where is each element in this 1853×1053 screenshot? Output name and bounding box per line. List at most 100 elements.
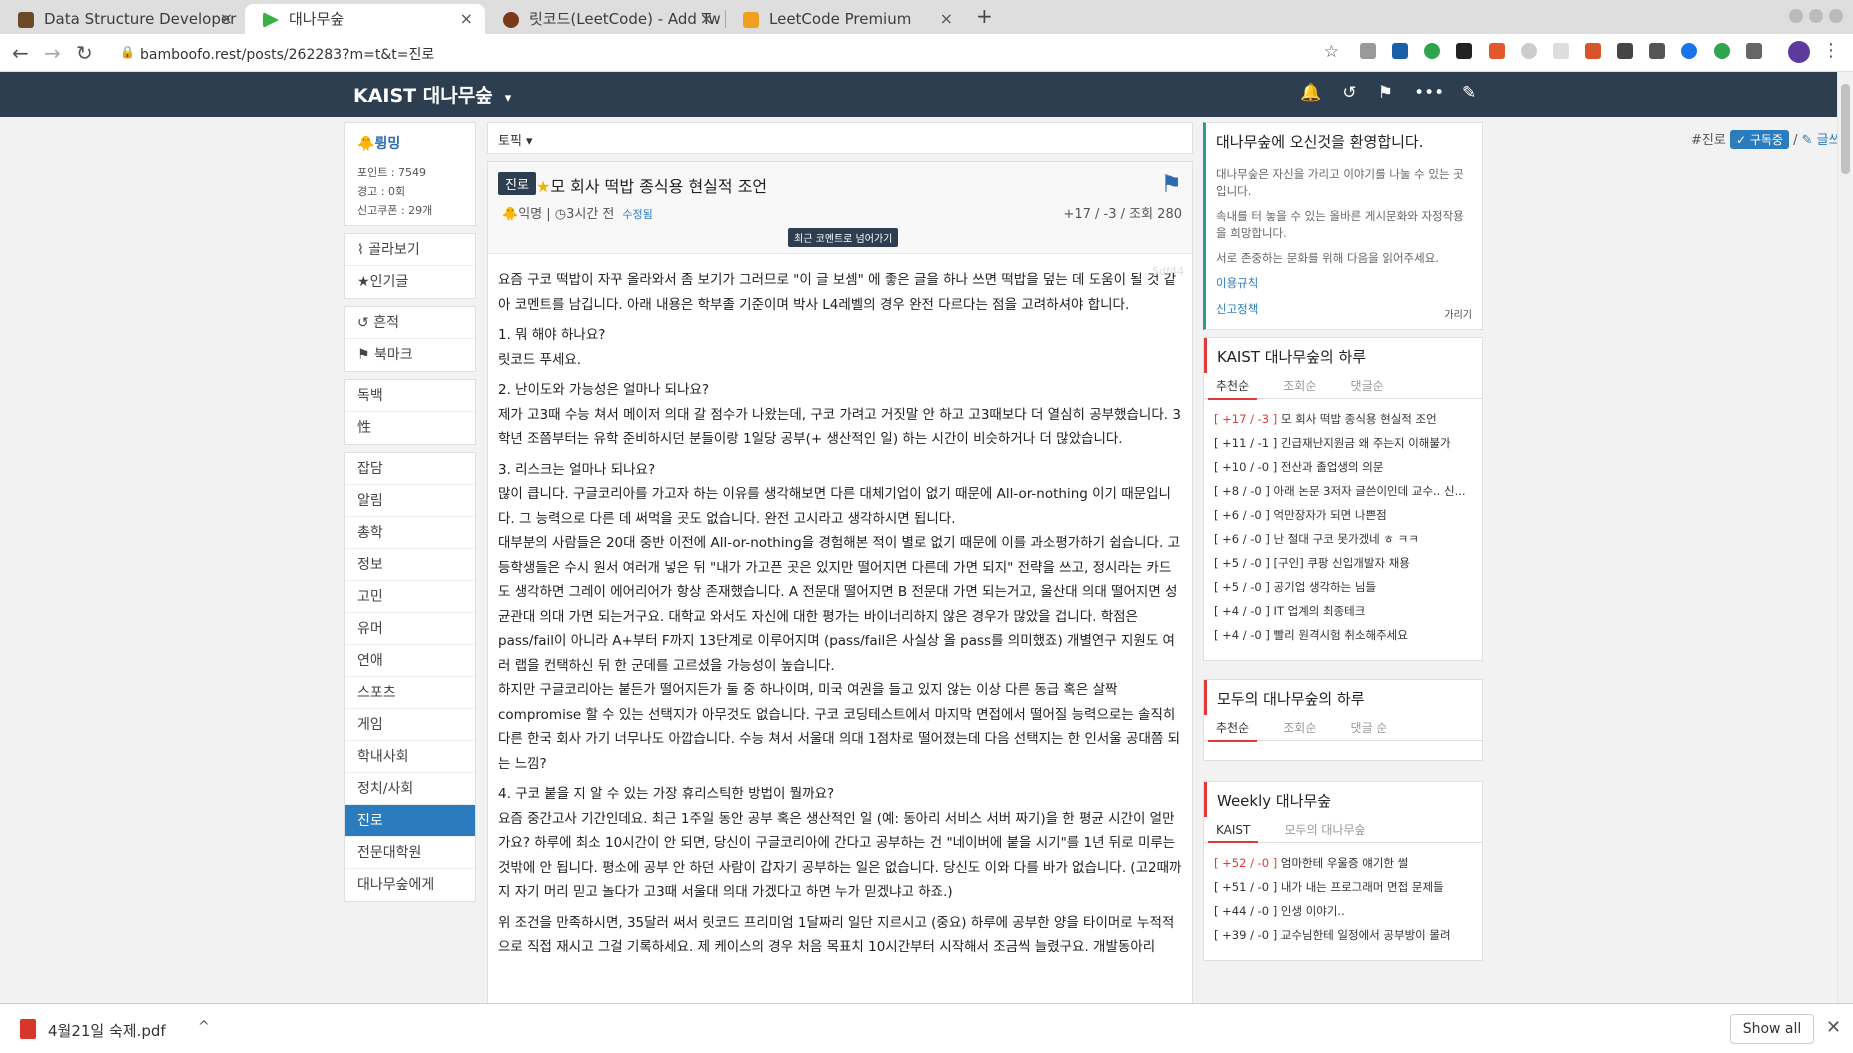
list-item[interactable]: [ +17 / -3 ] 모 회사 떡밥 종식용 현실적 조언 <box>1214 407 1472 431</box>
maximize-icon[interactable] <box>1809 8 1823 23</box>
sidebar-item-games[interactable]: 게임 <box>345 709 475 741</box>
sidebar-item-worries[interactable]: 고민 <box>345 581 475 613</box>
reload-icon[interactable]: ↻ <box>76 41 93 65</box>
address-bar[interactable]: 🔒 bamboofo.rest/posts/262283?m=t&t=진로 ☆ <box>110 39 1347 67</box>
sidebar-item-student-council[interactable]: 총학 <box>345 517 475 549</box>
chevron-up-icon[interactable]: ^ <box>198 1019 210 1035</box>
hashtag[interactable]: #진로 <box>1691 133 1726 148</box>
tab-recommended[interactable]: 추천순 <box>1208 715 1258 742</box>
extension-icon[interactable] <box>1649 43 1666 59</box>
sidebar-item-monologue[interactable]: 독백 <box>345 380 475 412</box>
sidebar-item-info[interactable]: 정보 <box>345 549 475 581</box>
minimize-icon[interactable] <box>1789 8 1803 23</box>
menu-icon[interactable]: ⋮ <box>1822 40 1840 61</box>
sidebar-item-to-bamboo[interactable]: 대나무숲에게 <box>345 869 475 901</box>
tab-comments[interactable]: 댓글순 <box>1343 373 1392 398</box>
extension-icon[interactable] <box>1552 43 1569 59</box>
sidebar-item-notice[interactable]: 알림 <box>345 485 475 517</box>
list-item[interactable]: [ +6 / -0 ] 억만장자가 되면 나쁜점 <box>1214 503 1472 527</box>
close-icon[interactable]: × <box>940 4 953 34</box>
tab-recommended[interactable]: 추천순 <box>1208 373 1258 400</box>
close-icon[interactable]: × <box>700 4 713 34</box>
report-policy-link[interactable]: 신고정책 <box>1216 301 1472 317</box>
extension-icon[interactable] <box>1713 43 1730 59</box>
sidebar-item-campus[interactable]: 학내사회 <box>345 741 475 773</box>
page-scrollbar[interactable] <box>1837 72 1853 1003</box>
scrollbar-thumb[interactable] <box>1841 84 1850 174</box>
bookmark-star-icon[interactable]: ☆ <box>1324 42 1339 62</box>
extension-icon[interactable] <box>1488 43 1505 59</box>
list-item[interactable]: [ +44 / -0 ] 인생 이야기.. <box>1214 899 1472 923</box>
download-filename[interactable]: 4월21일 숙제.pdf <box>48 1020 166 1041</box>
chevron-down-icon[interactable]: ▾ <box>505 91 512 106</box>
list-item[interactable]: [ +10 / -0 ] 전산과 졸업생의 의문 <box>1214 455 1472 479</box>
bookmark-icon[interactable]: ⚑ <box>1160 170 1182 198</box>
terms-link[interactable]: 이용규칙 <box>1216 275 1472 291</box>
close-icon[interactable]: ✕ <box>1826 1017 1841 1038</box>
post-tag[interactable]: 진로 <box>498 172 536 195</box>
topic-dropdown[interactable]: 토픽 ▾ <box>498 130 533 149</box>
url-text[interactable]: bamboofo.rest/posts/262283?m=t&t=진로 <box>140 44 434 64</box>
extension-icon[interactable] <box>1360 43 1376 59</box>
tab-kaist[interactable]: KAIST <box>1208 819 1259 843</box>
avatar[interactable] <box>1788 41 1810 63</box>
subscribe-button[interactable]: ✓ 구독중 <box>1729 130 1789 149</box>
close-window-icon[interactable] <box>1829 8 1843 23</box>
list-item[interactable]: [ +6 / -0 ] 난 절대 구코 못가겠네 ㅎ ㅋㅋ <box>1214 527 1472 551</box>
sidebar-item-chat[interactable]: 잡담 <box>345 453 475 485</box>
write-link[interactable]: ✎ 글쓰기 <box>1802 133 1837 148</box>
tab-3[interactable]: LeetCode Premium × <box>725 4 965 34</box>
jump-to-comments-button[interactable]: 최근 코멘트로 넘어가기 <box>788 228 899 247</box>
list-item[interactable]: [ +11 / -1 ] 긴급재난지원금 왜 주는지 이해불가 <box>1214 431 1472 455</box>
bell-icon[interactable]: 🔔 <box>1300 83 1321 103</box>
extension-icon[interactable] <box>1520 43 1537 59</box>
list-item[interactable]: [ +51 / -0 ] 내가 내는 프로그래머 면접 문제들 <box>1214 875 1472 899</box>
username[interactable]: 🐥륑밍 <box>357 133 463 153</box>
extension-icon[interactable] <box>1745 43 1762 59</box>
extension-icon[interactable] <box>1584 43 1601 59</box>
close-icon[interactable]: × <box>460 4 473 34</box>
extension-icon[interactable] <box>1392 43 1409 59</box>
sidebar-item-politics[interactable]: 정치/사회 <box>345 773 475 805</box>
sidebar-item-bookmarks[interactable]: ⚑ 북마크 <box>345 339 475 371</box>
close-icon[interactable]: × <box>220 4 233 34</box>
bookmark-icon[interactable]: ⚑ <box>1378 83 1393 103</box>
list-item[interactable]: [ +8 / -0 ] 아래 논문 3저자 글쓴이인데 교수.. 신... <box>1214 479 1472 503</box>
more-icon[interactable]: ••• <box>1414 83 1444 103</box>
tab-0[interactable]: Data Structure Developer × <box>0 4 245 34</box>
forward-icon[interactable]: → <box>44 41 61 65</box>
list-item[interactable]: [ +4 / -0 ] 빨리 원격시험 취소해주세요 <box>1214 623 1472 647</box>
tab-1[interactable]: 대나무숲 × <box>245 4 485 34</box>
tab-views[interactable]: 조회순 <box>1275 715 1324 740</box>
sidebar-item-sex[interactable]: 性 <box>345 412 475 444</box>
sidebar-item-humor[interactable]: 유머 <box>345 613 475 645</box>
hide-button[interactable]: 가리기 <box>1444 306 1472 321</box>
sidebar-item-sports[interactable]: 스포츠 <box>345 677 475 709</box>
tab-all-bamboo[interactable]: 모두의 대나무숲 <box>1277 817 1374 842</box>
tab-views[interactable]: 조회순 <box>1275 373 1324 398</box>
list-item[interactable]: [ +5 / -0 ] [구인] 쿠팡 신입개발자 채용 <box>1214 551 1472 575</box>
extension-icon[interactable] <box>1456 43 1473 59</box>
show-all-button[interactable]: Show all <box>1730 1014 1814 1044</box>
history-icon[interactable]: ↺ <box>1342 83 1356 103</box>
sidebar-item-grad-school[interactable]: 전문대학원 <box>345 837 475 869</box>
tab-comments[interactable]: 댓글 순 <box>1343 715 1396 740</box>
new-tab-button[interactable]: + <box>976 4 993 28</box>
site-title[interactable]: KAIST 대나무숲 ▾ <box>353 81 511 108</box>
pencil-icon[interactable]: ✎ <box>1462 83 1476 103</box>
list-item[interactable]: [ +52 / -0 ] 엄마한테 우울증 얘기한 썰 <box>1214 851 1472 875</box>
back-icon[interactable]: ← <box>12 41 29 65</box>
list-item[interactable]: [ +39 / -0 ] 교수님한테 일정에서 공부방이 몰려 <box>1214 923 1472 947</box>
welcome-text: 대나무숲은 자신을 가리고 이야기를 나눌 수 있는 곳입니다. <box>1216 167 1464 198</box>
sidebar-item-romance[interactable]: 연애 <box>345 645 475 677</box>
list-item[interactable]: [ +4 / -0 ] IT 업계의 최종테크 <box>1214 599 1472 623</box>
evernote-icon[interactable] <box>1424 43 1441 59</box>
extension-icon[interactable] <box>1681 43 1698 59</box>
extension-icon[interactable] <box>1617 43 1634 59</box>
sidebar-item-career[interactable]: 진로 <box>345 805 475 837</box>
tab-2[interactable]: 릿코드(LeetCode) - Add Tw × <box>485 4 725 34</box>
sidebar-item-history[interactable]: ↺ 흔적 <box>345 307 475 339</box>
list-item[interactable]: [ +5 / -0 ] 공기업 생각하는 님들 <box>1214 575 1472 599</box>
sidebar-item-curated[interactable]: ⌇ 골라보기 <box>345 234 475 266</box>
sidebar-item-popular[interactable]: ★인기글 <box>345 266 475 298</box>
